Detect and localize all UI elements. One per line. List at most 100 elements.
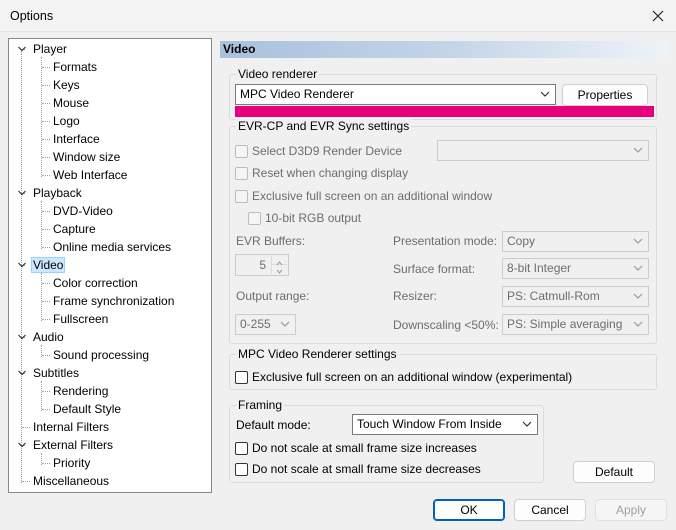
tree-item-mouse[interactable]: Mouse — [51, 95, 91, 111]
tree-item-label: Logo — [53, 114, 80, 128]
tree-item-subtitles[interactable]: Subtitles — [31, 365, 81, 381]
tree-item-window-size[interactable]: Window size — [51, 149, 122, 165]
chevron-down-icon — [633, 147, 643, 153]
chevron-down-icon[interactable] — [17, 368, 27, 378]
tree-item-label: Internal Filters — [33, 420, 110, 434]
tree-item-color-correction[interactable]: Color correction — [51, 275, 140, 291]
tree-item-external-filters[interactable]: External Filters — [31, 437, 115, 453]
tree-item-playback[interactable]: Playback — [31, 185, 84, 201]
close-button[interactable] — [640, 0, 676, 32]
tree-item-label: DVD-Video — [53, 204, 113, 218]
evr-exclusive-fullscreen-label: Exclusive full screen on an additional w… — [252, 189, 493, 203]
tree-item-label: Miscellaneous — [33, 474, 110, 488]
tree-item-dvd-video[interactable]: DVD-Video — [51, 203, 115, 219]
tree-item-video[interactable]: Video — [31, 257, 66, 273]
tree-item-interface[interactable]: Interface — [51, 131, 102, 147]
checkbox-box — [235, 144, 248, 158]
tree-item-logo[interactable]: Logo — [51, 113, 82, 129]
tree-item-web-interface[interactable]: Web Interface — [51, 167, 129, 183]
evr-buffers-value: 5 — [259, 258, 266, 272]
downscaling-select[interactable]: PS: Simple averaging — [502, 314, 649, 335]
resizer-select[interactable]: PS: Catmull-Rom — [502, 286, 649, 307]
tree-item-label: Video — [31, 257, 66, 273]
chevron-down-icon — [540, 91, 550, 97]
evr-buffers-spinner[interactable]: 5 — [235, 254, 289, 276]
evr-exclusive-fullscreen-checkbox[interactable]: Exclusive full screen on an additional w… — [235, 188, 492, 204]
no-scale-decrease-checkbox[interactable]: Do not scale at small frame size decreas… — [235, 461, 481, 477]
tree-item-sound-processing[interactable]: Sound processing — [51, 347, 151, 363]
tree-line — [42, 301, 50, 302]
checkbox-box — [248, 211, 261, 225]
tree-item-miscellaneous[interactable]: Miscellaneous — [31, 473, 111, 489]
tree-item-capture[interactable]: Capture — [51, 221, 98, 237]
presentation-mode-select[interactable]: Copy — [502, 231, 649, 252]
tree-line — [42, 103, 50, 104]
d3d9-device-select[interactable] — [437, 140, 649, 161]
chevron-down-icon — [633, 293, 643, 299]
mpc-vr-exclusive-fullscreen-label: Exclusive full screen on an additional w… — [252, 370, 573, 384]
chevron-down-icon — [633, 265, 643, 271]
no-scale-increase-label: Do not scale at small frame size increas… — [252, 441, 477, 455]
tree-line — [42, 229, 50, 230]
mpc-vr-exclusive-fullscreen-checkbox[interactable]: Exclusive full screen on an additional w… — [235, 369, 572, 385]
tree-item-online-media-services[interactable]: Online media services — [51, 239, 173, 255]
ok-button[interactable]: OK — [433, 499, 505, 521]
output-range-label: Output range: — [236, 289, 310, 303]
chevron-down-icon[interactable] — [17, 260, 27, 270]
default-mode-select[interactable]: Touch Window From Inside — [352, 414, 538, 435]
tree-item-priority[interactable]: Priority — [51, 455, 92, 471]
tree-item-label: Playback — [33, 186, 82, 200]
evr-settings-legend: EVR-CP and EVR Sync settings — [236, 119, 412, 133]
chevron-down-icon[interactable] — [17, 332, 27, 342]
tree-line — [42, 175, 50, 176]
output-range-select[interactable]: 0-255 — [235, 314, 296, 335]
chevron-down-icon[interactable] — [17, 440, 27, 450]
surface-format-select[interactable]: 8-bit Integer — [502, 258, 649, 279]
tree-item-label: Color correction — [53, 276, 138, 290]
output-range-value: 0-255 — [240, 317, 271, 331]
apply-button[interactable]: Apply — [595, 499, 667, 521]
checkbox-box — [235, 189, 248, 203]
spinner-up-button[interactable] — [272, 256, 287, 266]
properties-button[interactable]: Properties — [562, 84, 648, 106]
tree-item-label: Keys — [53, 78, 80, 92]
tree-line — [42, 157, 50, 158]
cancel-button[interactable]: Cancel — [514, 499, 586, 521]
spinner-down-button[interactable] — [272, 265, 287, 274]
tree-item-label: Rendering — [53, 384, 109, 398]
downscaling-label: Downscaling <50%: — [393, 318, 499, 332]
tree-item-default-style[interactable]: Default Style — [51, 401, 123, 417]
options-tree[interactable]: Player Formats Keys Mouse Logo Interface Windo… — [8, 38, 212, 493]
no-scale-increase-checkbox[interactable]: Do not scale at small frame size increas… — [235, 440, 477, 456]
tree-item-frame-synchronization[interactable]: Frame synchronization — [51, 293, 176, 309]
tree-item-fullscreen[interactable]: Fullscreen — [51, 311, 110, 327]
presentation-mode-label: Presentation mode: — [393, 234, 498, 248]
tree-item-player[interactable]: Player — [31, 41, 69, 57]
tree-item-internal-filters[interactable]: Internal Filters — [31, 419, 111, 435]
chevron-down-icon[interactable] — [17, 188, 27, 198]
framing-legend: Framing — [236, 398, 285, 412]
checkbox-box — [235, 462, 248, 476]
reset-on-display-change-checkbox[interactable]: Reset when changing display — [235, 165, 408, 181]
default-button[interactable]: Default — [573, 461, 655, 483]
tree-item-rendering[interactable]: Rendering — [51, 383, 110, 399]
select-d3d9-label: Select D3D9 Render Device — [252, 144, 403, 158]
surface-format-value: 8-bit Integer — [507, 261, 572, 275]
tree-line — [41, 273, 42, 321]
chevron-down-icon[interactable] — [17, 44, 27, 54]
default-mode-label: Default mode: — [236, 418, 311, 432]
tree-item-label: Frame synchronization — [53, 294, 175, 308]
video-renderer-select[interactable]: MPC Video Renderer — [235, 84, 556, 105]
tree-item-keys[interactable]: Keys — [51, 77, 82, 93]
rgb10-output-checkbox[interactable]: 10-bit RGB output — [248, 210, 361, 226]
tree-item-label: Mouse — [53, 96, 90, 110]
chevron-down-icon — [276, 269, 283, 274]
tree-item-label: Sound processing — [53, 348, 150, 362]
tree-line — [42, 85, 50, 86]
tree-item-audio[interactable]: Audio — [31, 329, 66, 345]
tree-line — [22, 427, 30, 428]
evr-buffers-label: EVR Buffers: — [236, 234, 306, 248]
tree-item-formats[interactable]: Formats — [51, 59, 99, 75]
select-d3d9-checkbox[interactable]: Select D3D9 Render Device — [235, 143, 402, 159]
highlight-bar — [235, 106, 654, 117]
